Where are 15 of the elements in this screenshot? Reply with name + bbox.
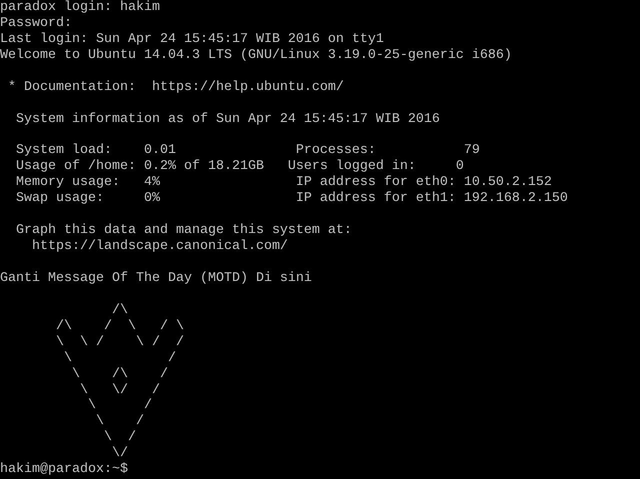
terminal-line: Graph this data and manage this system at: (14, 223, 352, 239)
terminal-line: paradox login: hakim (0, 0, 160, 16)
terminal-line: Memory usage: 4% IP address for eth0: 10.50.2.152 (14, 175, 552, 191)
terminal-line: Password: (0, 16, 72, 32)
terminal-line: https://landscape.canonical.com/ (30, 239, 288, 255)
terminal-line: Ganti Message Of The Day (MOTD) Di sini (0, 270, 312, 287)
terminal-line: Usage of /home: 0.2% of 18.21GB Users logged in: 0 (14, 159, 464, 175)
ascii-art-drawing: /\ /\ / \ / \ \ \ / \ / / \ / \ /\ / \ \/ / \ / \ / \ / \/ (54, 302, 185, 462)
terminal-line: System load: 0.01 Processes: 79 (14, 143, 480, 159)
terminal-line: * Documentation: https://help.ubuntu.com/ (6, 80, 344, 96)
terminal-line: Last login: Sun Apr 24 15:45:17 WIB 2016 on tty1 (0, 32, 384, 48)
terminal-line: Welcome to Ubuntu 14.04.3 LTS (GNU/Linux 3.19.0-25-generic i686) (0, 48, 512, 64)
terminal-line: Swap usage: 0% IP address for eth1: 192.168.2.150 (14, 191, 568, 208)
terminal-line: System information as of Sun Apr 24 15:45:17 WIB 2016 (14, 112, 440, 128)
shell-prompt[interactable]: hakim@paradox:~$ (0, 462, 128, 478)
